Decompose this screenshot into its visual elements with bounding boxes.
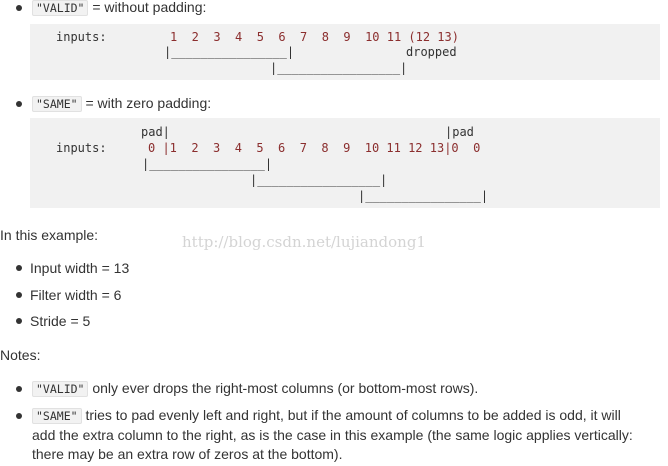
same-inputs-label: inputs: — [56, 141, 107, 155]
list-bullet — [16, 5, 22, 11]
note-valid: "VALID" only ever drops the right-most c… — [32, 379, 478, 398]
same-pad-right: |pad — [445, 125, 474, 139]
same-item: "SAME" = with zero padding: — [32, 94, 211, 113]
list-bullet — [16, 292, 22, 298]
same-window-2: |_________________| — [250, 173, 388, 187]
note-same: "SAME" tries to pad evenly left and righ… — [32, 406, 621, 425]
valid-item: "VALID" = without padding: — [32, 0, 206, 17]
valid-description: = without padding: — [92, 0, 207, 15]
example-heading: In this example: — [0, 227, 99, 243]
same-window-1: |________________| — [142, 157, 273, 171]
same-pad-left: pad| — [141, 125, 170, 139]
note-valid-text: only ever drops the right-most columns (… — [92, 380, 479, 396]
example-item: Filter width = 6 — [30, 287, 122, 303]
note-same-text-line1: tries to pad evenly left and right, but … — [85, 407, 621, 423]
valid-inputs-numbers: 1 2 3 4 5 6 7 8 9 10 11 (12 13) — [170, 30, 459, 44]
list-bullet — [16, 413, 22, 419]
note-same-text-line3: there may be an extra row of zeros at th… — [32, 446, 343, 462]
watermark: http://blog.csdn.net/lujiandong1 — [182, 233, 426, 251]
valid-code: "VALID" — [32, 0, 89, 16]
valid-inputs-label: inputs: — [56, 30, 107, 44]
same-inputs-numbers: 0 |1 2 3 4 5 6 7 8 9 10 11 12 13|0 0 — [148, 141, 481, 155]
note-same-text-line2: add the extra column to the right, as is… — [32, 427, 633, 443]
valid-dropped-label: dropped — [406, 45, 457, 59]
valid-code-block: inputs: 1 2 3 4 5 6 7 8 9 10 11 (12 13) … — [30, 24, 660, 80]
example-item: Input width = 13 — [30, 260, 130, 276]
list-bullet — [16, 101, 22, 107]
same-description: = with zero padding: — [85, 95, 212, 111]
valid-window-2: |_________________| — [270, 61, 408, 75]
same-code: "SAME" — [32, 96, 82, 112]
note-valid-code: "VALID" — [32, 381, 89, 397]
note-same-code: "SAME" — [32, 408, 82, 424]
list-bullet — [16, 318, 22, 324]
example-item: Stride = 5 — [30, 313, 91, 329]
notes-heading: Notes: — [0, 347, 41, 363]
valid-window-1: |________________| — [164, 45, 295, 59]
list-bullet — [16, 265, 22, 271]
same-window-3: |________________| — [358, 189, 489, 203]
same-code-block: pad| |pad inputs: 0 |1 2 3 4 5 6 7 8 9 1… — [30, 118, 660, 208]
list-bullet — [16, 386, 22, 392]
